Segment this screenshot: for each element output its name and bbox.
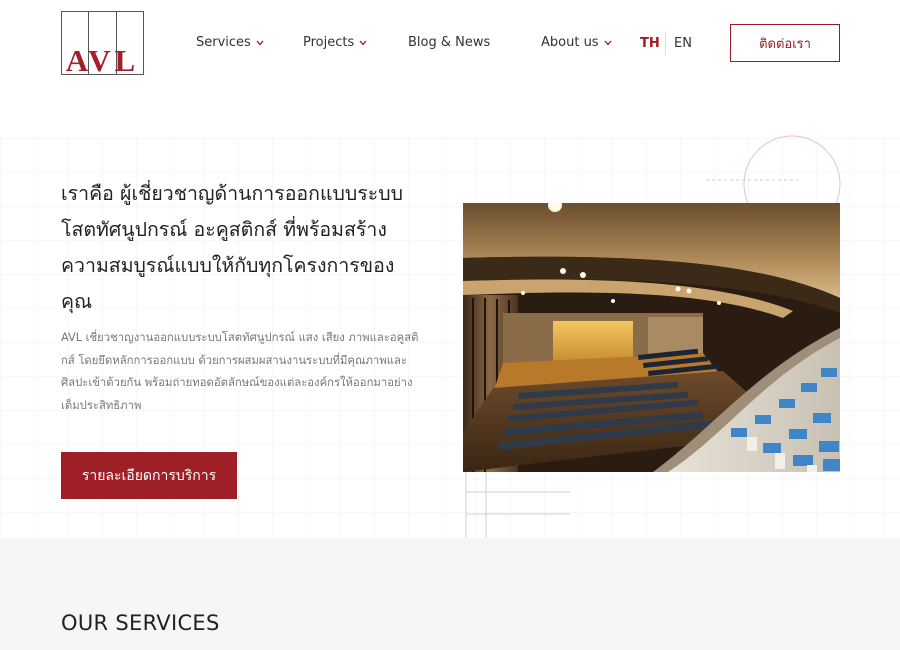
services-title: OUR SERVICES — [61, 611, 220, 635]
lang-en[interactable]: EN — [674, 36, 692, 51]
chevron-down-icon — [359, 40, 367, 45]
lang-th[interactable]: TH — [640, 36, 660, 51]
site-header: AVL Services Projects Blog & News About … — [0, 0, 900, 88]
chevron-down-icon — [256, 40, 264, 45]
hero-section: เราคือ ผู้เชี่ยวชาญด้านการออกแบบระบบโสตท… — [0, 88, 900, 538]
nav-about-us-label: About us — [541, 35, 599, 50]
chevron-down-icon — [604, 40, 612, 45]
nav-about-us[interactable]: About us — [541, 35, 612, 50]
nav-projects-label: Projects — [303, 35, 355, 50]
hero-description: AVL เชี่ยวชาญงานออกแบบระบบโสตทัศนูปกรณ์ … — [61, 331, 419, 412]
contact-button[interactable]: ติดต่อเรา — [730, 24, 840, 62]
nav-projects[interactable]: Projects — [303, 35, 367, 50]
services-section: OUR SERVICES — [0, 538, 900, 650]
service-details-button[interactable]: รายละเอียดการบริการ — [61, 452, 237, 499]
nav-blog-news-label: Blog & News — [408, 35, 491, 50]
lang-divider — [665, 31, 666, 55]
nav-services-label: Services — [196, 35, 251, 50]
nav-services[interactable]: Services — [196, 35, 264, 50]
auditorium-image — [463, 203, 840, 472]
hero-title: เราคือ ผู้เชี่ยวชาญด้านการออกแบบระบบโสตท… — [61, 182, 403, 313]
nav-blog-news[interactable]: Blog & News — [408, 35, 490, 50]
